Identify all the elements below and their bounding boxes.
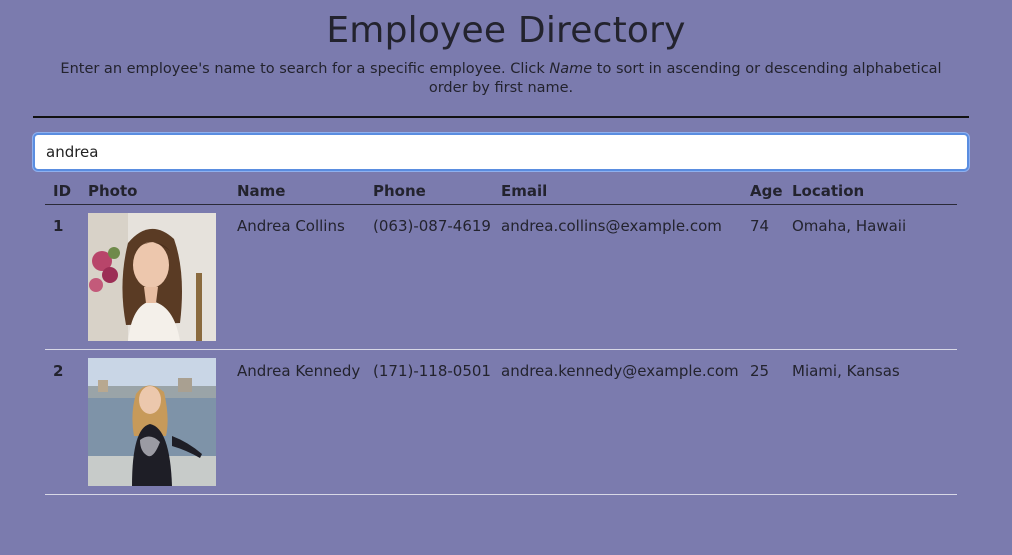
instructions-text-start: Enter an employee's name to search for a…: [60, 61, 550, 77]
employee-name: Andrea Kennedy: [229, 349, 365, 495]
page-header: Employee Directory Enter an employee's n…: [0, 0, 1012, 98]
search-input[interactable]: [33, 133, 969, 171]
employee-email: andrea.kennedy@example.com: [493, 349, 742, 495]
page-instructions: Enter an employee's name to search for a…: [40, 60, 962, 98]
search-container: [33, 133, 969, 171]
employee-location: Omaha, Hawaii: [784, 204, 957, 350]
header-divider: [33, 116, 969, 118]
photo-cell: [80, 204, 229, 350]
photo-cell: [80, 349, 229, 495]
employee-phone: (171)-118-0501: [365, 349, 493, 495]
employee-photo: [88, 213, 216, 341]
table-header-row: ID Photo Name Phone Email Age Location: [45, 172, 957, 205]
employee-photo: [88, 358, 216, 486]
column-header-email: Email: [493, 172, 742, 205]
employee-email: andrea.collins@example.com: [493, 204, 742, 350]
column-header-location: Location: [784, 172, 957, 205]
column-header-age: Age: [742, 172, 784, 205]
column-header-id: ID: [45, 172, 80, 205]
instructions-name-emphasis: Name: [549, 61, 593, 77]
column-header-phone: Phone: [365, 172, 493, 205]
table-row: 1 Andrea Collins (063)-087-4619 andrea.c…: [45, 204, 957, 350]
employee-name: Andrea Collins: [229, 204, 365, 350]
table-row: 2 Andrea Kennedy (171)-118-0501 andrea.k…: [45, 349, 957, 495]
employee-age: 25: [742, 349, 784, 495]
employee-age: 74: [742, 204, 784, 350]
column-header-photo: Photo: [80, 172, 229, 205]
employee-phone: (063)-087-4619: [365, 204, 493, 350]
employee-table: ID Photo Name Phone Email Age Location 1: [45, 172, 957, 495]
employee-id: 1: [45, 204, 80, 350]
column-header-name[interactable]: Name: [229, 172, 365, 205]
employee-id: 2: [45, 349, 80, 495]
page-title: Employee Directory: [326, 10, 686, 51]
table-body: 1 Andrea Collins (063)-087-4619 andrea.c…: [45, 204, 957, 495]
table-header: ID Photo Name Phone Email Age Location: [45, 172, 957, 205]
employee-location: Miami, Kansas: [784, 349, 957, 495]
